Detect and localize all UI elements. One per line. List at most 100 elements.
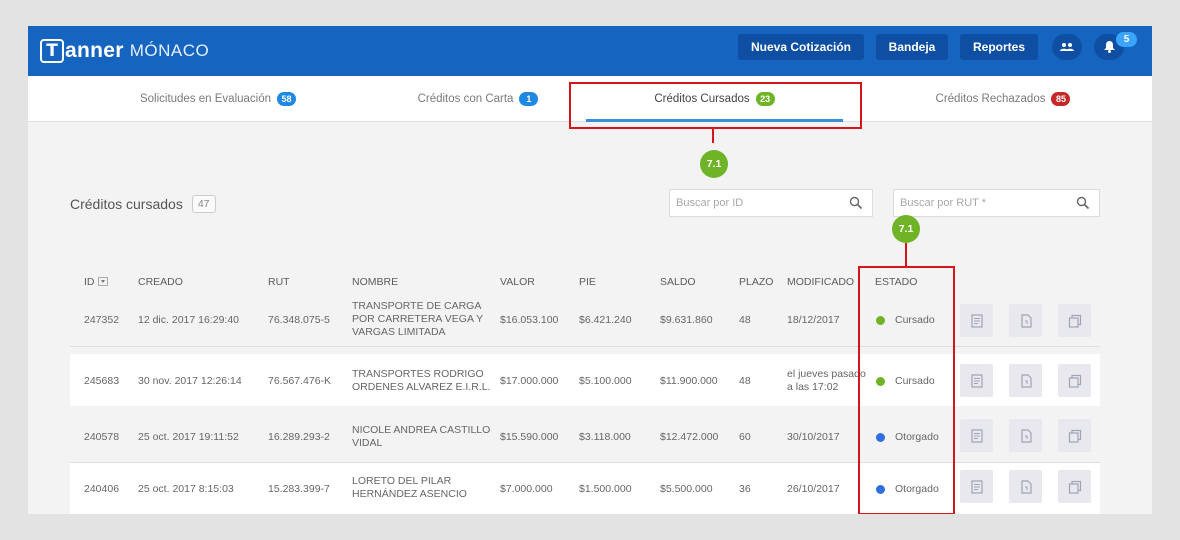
cell-pie: $3.118.000 — [579, 431, 631, 443]
column-header-id[interactable]: ID — [84, 276, 108, 288]
file-button[interactable] — [1009, 304, 1042, 337]
cell-plazo: 48 — [739, 375, 751, 387]
total-count-badge: 47 — [191, 195, 216, 213]
column-header-saldo: SALDO — [660, 276, 696, 288]
tab-highlight-box — [569, 82, 862, 129]
page-title: Créditos cursados — [70, 196, 183, 212]
logo-subtitle: MÓNACO — [129, 41, 210, 60]
users-icon — [1060, 43, 1074, 51]
document-icon — [970, 373, 983, 388]
cell-valor: $15.590.000 — [500, 431, 559, 443]
cell-nombre: LORETO DEL PILAR HERNÁNDEZ ASENCIO — [352, 475, 467, 500]
tab-label: Créditos Rechazados — [935, 93, 1046, 105]
sort-dropdown-icon[interactable] — [97, 277, 108, 286]
section-header: Créditos cursados 47 — [70, 195, 216, 213]
tab-label: Créditos con Carta — [417, 93, 514, 105]
file-button[interactable] — [1009, 419, 1042, 452]
cell-saldo: $9.631.860 — [660, 314, 713, 326]
tanner-logo[interactable]: T anner MÓNACO — [40, 36, 209, 66]
cell-nombre: TRANSPORTE DE CARGA POR CARRETERA VEGA YV… — [352, 300, 484, 338]
cell-id: 247352 — [84, 314, 120, 326]
document-icon — [970, 479, 983, 494]
cell-creado: 30 nov. 2017 12:26:14 — [138, 375, 242, 387]
logo-t-mark: T — [40, 39, 64, 63]
cell-saldo: $11.900.000 — [660, 375, 718, 387]
search-rut-box — [893, 189, 1100, 217]
cell-modificado: 26/10/2017 — [787, 483, 840, 495]
copy-button[interactable] — [1058, 364, 1091, 397]
view-document-button[interactable] — [960, 364, 993, 397]
cell-pie: $5.100.000 — [579, 375, 632, 387]
cell-plazo: 60 — [739, 431, 751, 443]
copy-icon — [1068, 374, 1081, 388]
cell-rut: 15.283.399-7 — [268, 483, 330, 495]
cell-modificado: 30/10/2017 — [787, 431, 840, 443]
copy-button[interactable] — [1058, 470, 1091, 503]
tab-solicitudes-evaluacion[interactable]: Solicitudes en Evaluación 58 — [88, 76, 348, 122]
cell-saldo: $5.500.000 — [660, 483, 713, 495]
annotation-marker-tab: 7.1 — [700, 150, 728, 178]
status-highlight-connector — [905, 243, 907, 266]
document-icon — [970, 313, 983, 328]
cell-creado: 25 oct. 2017 19:11:52 — [138, 431, 239, 443]
tab-label: Solicitudes en Evaluación — [139, 93, 272, 105]
view-document-button[interactable] — [960, 304, 993, 337]
cell-id: 240406 — [84, 483, 120, 495]
bell-icon — [1103, 41, 1115, 53]
cell-rut: 76.348.075-5 — [268, 314, 330, 326]
cell-modificado: 18/12/2017 — [787, 314, 840, 326]
tab-highlight-connector — [712, 129, 714, 143]
logo-brand: anner — [65, 39, 124, 62]
cell-pie: $1.500.000 — [579, 483, 632, 495]
view-document-button[interactable] — [960, 470, 993, 503]
users-button[interactable] — [1052, 34, 1082, 60]
cell-id: 245683 — [84, 375, 120, 387]
cell-valor: $17.000.000 — [500, 375, 559, 387]
cell-valor: $7.000.000 — [500, 483, 553, 495]
annotation-marker-status: 7.1 — [892, 215, 920, 243]
file-button[interactable] — [1009, 470, 1042, 503]
copy-button[interactable] — [1058, 304, 1091, 337]
file-icon — [1020, 479, 1032, 494]
copy-icon — [1068, 429, 1081, 443]
copy-button[interactable] — [1058, 419, 1091, 452]
cell-creado: 12 dic. 2017 16:29:40 — [138, 314, 240, 326]
file-icon — [1020, 373, 1032, 388]
file-button[interactable] — [1009, 364, 1042, 397]
column-header-valor: VALOR — [500, 276, 535, 288]
file-icon — [1020, 428, 1032, 443]
search-icon[interactable] — [1076, 196, 1090, 210]
search-id-input[interactable] — [676, 190, 836, 216]
cell-pie: $6.421.240 — [579, 314, 632, 326]
cell-plazo: 36 — [739, 483, 751, 495]
search-icon[interactable] — [849, 196, 863, 210]
tab-count-badge: 1 — [519, 92, 539, 106]
column-header-modificado: MODIFICADO — [787, 276, 855, 288]
view-document-button[interactable] — [960, 419, 993, 452]
document-icon — [970, 428, 983, 443]
column-header-nombre: NOMBRE — [352, 276, 399, 288]
cell-rut: 16.289.293-2 — [268, 431, 330, 443]
tab-creditos-rechazados[interactable]: Créditos Rechazados 85 — [873, 76, 1133, 122]
search-id-box — [669, 189, 873, 217]
tab-count-badge: 85 — [1051, 92, 1071, 106]
bandeja-button[interactable]: Bandeja — [876, 34, 948, 60]
cell-modificado: el jueves pasado a las 17:02 — [787, 368, 866, 393]
reportes-button[interactable]: Reportes — [960, 34, 1038, 60]
cell-plazo: 48 — [739, 314, 751, 326]
status-column-highlight-box — [858, 266, 955, 514]
nueva-cotizacion-button[interactable]: Nueva Cotización — [738, 34, 864, 60]
copy-icon — [1068, 314, 1081, 328]
cell-rut: 76.567.476-K — [268, 375, 332, 387]
search-rut-input[interactable] — [900, 190, 1060, 216]
column-header-pie: PIE — [579, 276, 596, 288]
notification-count-badge: 5 — [1116, 32, 1137, 47]
cell-valor: $16.053.100 — [500, 314, 559, 326]
column-header-plazo: PLAZO — [739, 276, 774, 288]
cell-nombre: TRANSPORTES RODRIGO ORDENES ALVAREZ E.I.R… — [352, 368, 491, 393]
copy-icon — [1068, 480, 1081, 494]
app-window: T anner MÓNACO Nueva Cotización Bandeja … — [28, 26, 1152, 514]
column-header-rut: RUT — [268, 276, 290, 288]
top-navbar: T anner MÓNACO Nueva Cotización Bandeja … — [28, 26, 1152, 76]
cell-nombre: NICOLE ANDREA CASTILLO VIDAL — [352, 424, 491, 449]
